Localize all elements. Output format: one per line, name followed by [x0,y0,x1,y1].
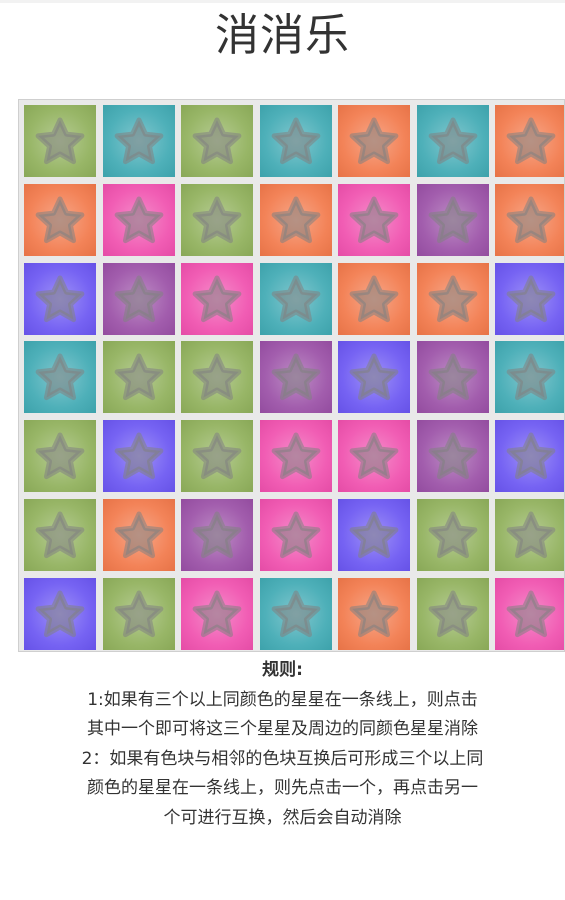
tile-orange[interactable] [495,183,564,256]
tile-orange[interactable] [338,262,410,335]
tile-green[interactable] [102,577,175,650]
tile-pink[interactable] [338,420,410,493]
tile-teal[interactable] [24,341,96,414]
tile-green[interactable] [495,499,564,571]
tile-purple[interactable] [181,499,253,571]
tile-orange[interactable] [102,499,175,571]
tile-green[interactable] [416,577,489,650]
tile-green[interactable] [416,499,489,571]
tile-purple[interactable] [416,341,489,414]
tile-green[interactable] [24,420,96,493]
game-board[interactable] [18,99,565,652]
tile-teal[interactable] [102,105,175,177]
tile-green[interactable] [102,341,175,414]
tile-orange[interactable] [24,183,96,256]
rules-heading: 规则: [262,660,303,680]
tile-blue[interactable] [338,499,410,571]
tile-teal[interactable] [495,341,564,414]
tile-pink[interactable] [102,183,175,256]
rules-section: 规则: 1:如果有三个以上同颜色的星星在一条线上，则点击其中一个即可将这三个星星… [80,656,485,833]
tile-blue[interactable] [338,341,410,414]
tile-blue[interactable] [495,420,564,493]
top-bar [0,0,565,3]
tile-teal[interactable] [259,262,332,335]
tile-green[interactable] [181,341,253,414]
page-title: 消消乐 [215,10,350,61]
rule-1: 1:如果有三个以上同颜色的星星在一条线上，则点击其中一个即可将这三个星星及周边的… [87,689,478,740]
tile-teal[interactable] [416,105,489,177]
tile-pink[interactable] [259,420,332,493]
tile-green[interactable] [181,183,253,256]
tile-pink[interactable] [181,577,253,650]
tile-green[interactable] [181,105,253,177]
tile-pink[interactable] [181,262,253,335]
tile-blue[interactable] [102,420,175,493]
tile-pink[interactable] [259,499,332,571]
tile-orange[interactable] [259,183,332,256]
tile-green[interactable] [24,105,96,177]
tile-blue[interactable] [24,262,96,335]
tile-orange[interactable] [495,105,564,177]
tile-purple[interactable] [259,341,332,414]
tile-orange[interactable] [338,105,410,177]
tile-green[interactable] [181,420,253,493]
rule-2: 2：如果有色块与相邻的色块互换后可形成三个以上同颜色的星星在一条线上，则先点击一… [81,748,484,828]
tile-purple[interactable] [102,262,175,335]
tile-purple[interactable] [416,420,489,493]
tile-teal[interactable] [259,105,332,177]
tile-pink[interactable] [338,183,410,256]
tile-orange[interactable] [416,262,489,335]
tile-blue[interactable] [24,577,96,650]
tile-blue[interactable] [495,262,564,335]
tile-pink[interactable] [495,577,564,650]
tile-green[interactable] [24,499,96,571]
tile-orange[interactable] [338,577,410,650]
tile-teal[interactable] [259,577,332,650]
tile-purple[interactable] [416,183,489,256]
